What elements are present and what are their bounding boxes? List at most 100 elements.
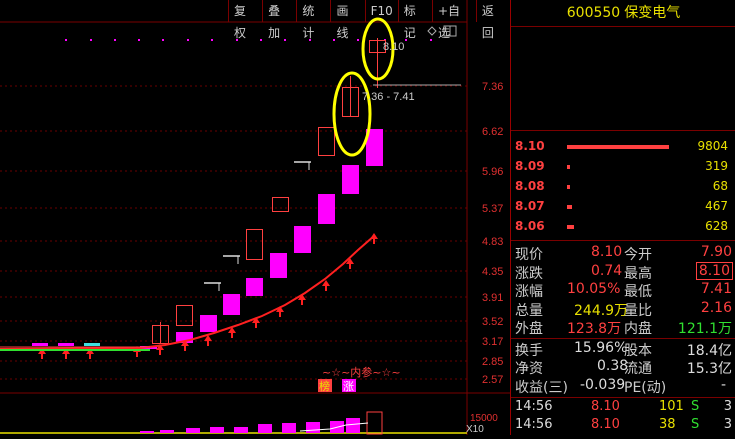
candle-body-down — [318, 194, 335, 224]
price-tick-label: 4.35 — [482, 266, 503, 278]
stock-name: 保变电气 — [624, 5, 681, 21]
toolbar-button-1[interactable]: 叠加 — [262, 0, 296, 40]
price-tick-label: 5.37 — [482, 203, 503, 215]
ticker-row: 14:56 8.10 38 S 3 — [511, 416, 735, 434]
price-tick-label: 7.36 — [482, 81, 503, 93]
quote-row-change: 涨跌 0.74 最高 8.10 — [511, 261, 735, 282]
price-tick-label: 3.52 — [482, 316, 503, 328]
quote-separator — [511, 240, 735, 241]
order-book-row[interactable]: 8.09 319 — [511, 156, 735, 176]
order-book: 8.10 9804 8.09 319 8.08 68 8.07 467 8.06 628 — [511, 136, 735, 236]
price-axis: 7.36 6.62 5.96 5.37 4.83 4.35 3.91 3.52 3.17 2.85… — [482, 81, 503, 386]
quote-row-eps: 收益(三) -0.039 PE(动) - — [511, 376, 735, 396]
value-inner: 121.1万 — [677, 321, 732, 337]
order-volume-bar — [567, 185, 570, 189]
quote-row-pct: 涨幅 10.05% 最低 7.41 — [511, 280, 735, 300]
marker-dot — [430, 39, 432, 41]
order-price: 8.09 — [515, 159, 545, 173]
order-price: 8.07 — [515, 199, 545, 213]
kline-chart-area[interactable]: 7.36 6.62 5.96 5.37 4.83 4.35 3.91 3.52 3.17 2.85… — [0, 0, 510, 435]
buy-arrow — [322, 280, 330, 291]
value-change: 0.74 — [591, 262, 623, 279]
candle-body-down — [294, 226, 311, 253]
quote-row-volume: 总量 244.9万 量比 2.16 — [511, 299, 735, 319]
volume-unit-label: X10 — [466, 424, 484, 435]
range-price-label: 7.36 - 7.41 — [362, 91, 415, 103]
value-open: 7.90 — [700, 244, 732, 260]
buy-arrow — [204, 335, 212, 346]
signal-text: ~☆~内参~☆~ — [322, 365, 401, 379]
candlesticks — [140, 38, 386, 349]
toolbar-button-3[interactable]: 画线 — [330, 0, 364, 40]
toolbar-button-4[interactable]: F10 — [364, 0, 398, 22]
order-book-row[interactable]: 8.07 467 — [511, 196, 735, 216]
candle-body-down — [200, 315, 217, 332]
price-tick-label: 6.62 — [482, 126, 503, 138]
buy-arrow — [370, 233, 378, 244]
order-book-row[interactable]: 8.06 628 — [511, 216, 735, 236]
candle-body-up — [318, 127, 335, 156]
toolbar-button-7[interactable]: 返回 — [475, 0, 510, 40]
marker-dot — [333, 39, 335, 41]
order-volume-bar — [567, 225, 574, 229]
order-price: 8.08 — [515, 179, 545, 193]
order-volume-bar — [567, 165, 571, 169]
ticker-price: 8.10 — [591, 417, 620, 432]
ticker-time: 14:56 — [515, 417, 553, 432]
price-tick-label: 3.17 — [482, 336, 503, 348]
value-change-pct: 10.05% — [567, 281, 621, 297]
trade-ticker: 14:56 8.10 101 S 3 14:56 8.10 38 S 3 — [511, 398, 735, 434]
candle-body-up — [176, 305, 193, 326]
value-turnover: 15.96% — [574, 339, 628, 356]
kline-chart-svg[interactable]: 7.36 6.62 5.96 5.37 4.83 4.35 3.91 3.52 3.17 2.85… — [0, 0, 510, 435]
marker-dot — [114, 39, 116, 41]
diamond-icon[interactable] — [427, 26, 437, 36]
order-book-row[interactable]: 8.08 68 — [511, 176, 735, 196]
quote-row-sides: 外盘 123.8万 内盘 121.1万 — [511, 317, 735, 337]
price-tick-label: 2.85 — [482, 356, 503, 368]
label-pe: PE(动) — [624, 379, 667, 396]
toolbar-button-2[interactable]: 统计 — [296, 0, 330, 40]
badge-zhang: 涨 — [343, 380, 354, 393]
value-outer: 123.8万 — [567, 321, 622, 337]
ticker-time: 14:56 — [515, 399, 553, 414]
price-tick-label: 3.91 — [482, 292, 503, 304]
order-price: 8.06 — [515, 219, 545, 233]
volume-bar — [282, 423, 296, 433]
marker-dot — [65, 39, 67, 41]
value-volume-ratio: 2.16 — [700, 299, 732, 316]
candle-body-up — [246, 229, 263, 260]
marker-dot — [211, 39, 213, 41]
volume-bar — [234, 427, 248, 433]
stock-title[interactable]: 600550 保变电气 — [511, 0, 735, 27]
candle-body-down — [270, 253, 287, 278]
ticker-vol: 101 — [659, 399, 684, 414]
quote-row-turnover: 换手 15.96% 股本 18.4亿 — [511, 339, 735, 359]
toolbar-button-0[interactable]: 复权 — [228, 0, 262, 40]
ticker-vol: 38 — [659, 417, 676, 432]
chart-toolbar: 复权 叠加 统计 画线 F10 标记 +自选 返回 — [228, 0, 510, 40]
ticker-side: S — [691, 399, 700, 414]
ticker-side: S — [691, 417, 700, 432]
high-price-label: 8.10 — [383, 41, 404, 53]
quote-row-price: 现价 8.10 今开 7.90 — [511, 243, 735, 263]
marker-dot — [260, 39, 262, 41]
volume-bars — [0, 411, 467, 435]
label-outer: 外盘 — [515, 321, 543, 337]
value-high: 8.10 — [695, 261, 733, 280]
toolbar-button-5[interactable]: 标记 — [397, 0, 432, 40]
volume-bar — [140, 431, 154, 433]
volume-bar-last — [366, 411, 383, 435]
order-volume: 319 — [705, 159, 728, 173]
value-pe: - — [720, 376, 726, 393]
orderbook-separator — [511, 130, 735, 131]
order-price: 8.10 — [515, 139, 545, 153]
toolbar-button-6[interactable]: +自选 — [431, 0, 476, 40]
order-book-row[interactable]: 8.10 9804 — [511, 136, 735, 156]
marker-dot — [90, 39, 92, 41]
order-volume: 68 — [712, 179, 728, 193]
quote-row-netassets: 净资 0.38 流通 15.3亿 — [511, 357, 735, 377]
order-volume-bar — [567, 145, 669, 149]
candle-body-down — [223, 294, 240, 315]
ticker-row: 14:56 8.10 101 S 3 — [511, 398, 735, 416]
